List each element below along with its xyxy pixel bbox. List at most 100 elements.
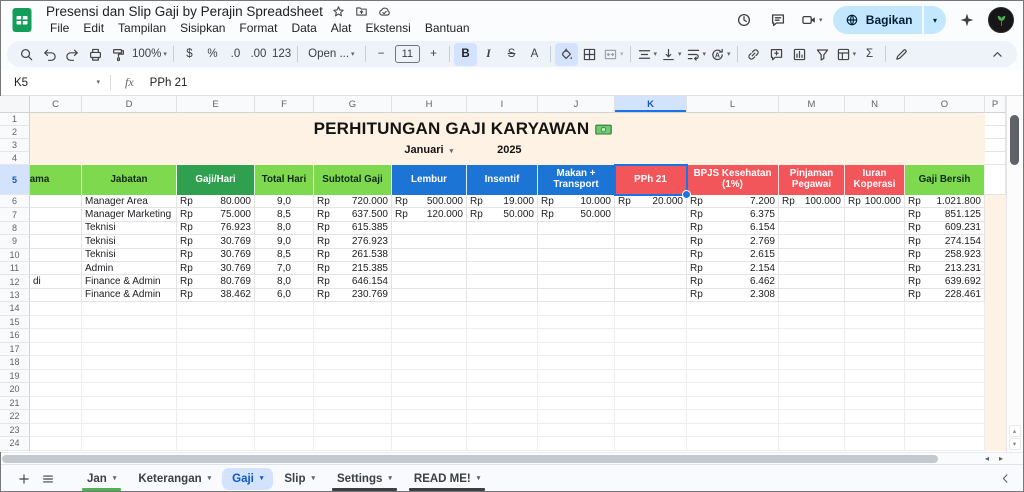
cell[interactable] [314, 356, 392, 370]
row-header-11[interactable]: 11 [0, 261, 30, 276]
column-header-E[interactable]: E [177, 96, 255, 113]
cell[interactable] [392, 315, 467, 330]
cell[interactable] [845, 302, 905, 316]
header-cell-gaji-bersih[interactable]: Gaji Bersih [905, 165, 985, 195]
cell[interactable] [30, 396, 82, 411]
row-header-16[interactable]: 16 [0, 329, 30, 343]
cell[interactable] [538, 396, 615, 411]
cell[interactable] [687, 315, 779, 330]
cell[interactable]: di [30, 275, 82, 289]
cell[interactable]: 8,5 [255, 248, 314, 262]
cell[interactable] [985, 195, 1006, 209]
cell[interactable] [467, 261, 538, 276]
cell[interactable] [30, 126, 985, 139]
cell[interactable] [985, 437, 1006, 451]
cell[interactable]: Rp 10.000 [538, 195, 615, 209]
cell[interactable] [30, 302, 82, 316]
row-header-18[interactable]: 18 [0, 356, 30, 370]
sheet-tab-slip[interactable]: Slip ▾ [273, 465, 326, 492]
cell[interactable] [538, 423, 615, 438]
cell[interactable]: Rp 50.000 [467, 208, 538, 222]
print-icon[interactable] [84, 43, 107, 66]
cell[interactable] [985, 396, 1006, 411]
cell[interactable] [314, 315, 392, 330]
cell[interactable] [392, 396, 467, 411]
cell[interactable] [779, 208, 845, 222]
cell[interactable] [467, 437, 538, 451]
cell[interactable] [82, 410, 177, 424]
cell[interactable] [538, 235, 615, 249]
row-header-20[interactable]: 20 [0, 383, 30, 397]
header-cell-total-hari[interactable]: Total Hari [255, 165, 314, 195]
cell[interactable] [82, 437, 177, 451]
cell[interactable] [615, 383, 687, 397]
cell[interactable] [845, 315, 905, 330]
cell[interactable]: 6,0 [255, 288, 314, 303]
cell[interactable] [255, 423, 314, 438]
cell[interactable] [905, 342, 985, 357]
cell[interactable] [985, 248, 1006, 262]
header-cell-makan-transport[interactable]: Makan + Transport [538, 165, 615, 195]
toolbar-collapse-icon[interactable] [986, 43, 1009, 66]
cell[interactable] [985, 165, 1006, 195]
row-header-7[interactable]: 7 [0, 208, 30, 222]
header-cell-jabatan[interactable]: Jabatan [82, 165, 177, 195]
paint-format-icon[interactable] [107, 43, 130, 66]
cell[interactable] [177, 302, 255, 316]
cell[interactable] [255, 410, 314, 424]
cell[interactable] [779, 369, 845, 384]
cell[interactable]: Rp 615.385 [314, 221, 392, 236]
merge-cells-icon[interactable]: ▾ [601, 43, 626, 66]
cell[interactable] [314, 329, 392, 343]
cell[interactable] [538, 410, 615, 424]
cell[interactable] [255, 383, 314, 397]
cell[interactable] [615, 342, 687, 357]
header-cell-iuran-koperasi[interactable]: Iuran Koperasi [845, 165, 905, 195]
cell[interactable] [905, 437, 985, 451]
cell[interactable] [985, 221, 1006, 236]
cell[interactable] [467, 342, 538, 357]
cell[interactable] [177, 383, 255, 397]
cell[interactable] [392, 342, 467, 357]
column-header-M[interactable]: M [779, 96, 845, 113]
cell[interactable] [985, 139, 1006, 152]
text-wrap-icon[interactable]: ▾ [684, 43, 709, 66]
cell[interactable] [467, 235, 538, 249]
cell[interactable] [314, 342, 392, 357]
cell[interactable] [538, 248, 615, 262]
cell[interactable] [30, 221, 82, 236]
cell[interactable]: Rp 2.308 [687, 288, 779, 303]
cell[interactable] [687, 302, 779, 316]
cell[interactable]: Rp 6.154 [687, 221, 779, 236]
cell[interactable]: Rp 609.231 [905, 221, 985, 236]
cell[interactable] [845, 235, 905, 249]
cell[interactable] [985, 329, 1006, 343]
cell[interactable]: Rp 7.200 [687, 195, 779, 209]
cell[interactable] [314, 302, 392, 316]
cell[interactable] [467, 329, 538, 343]
cell[interactable] [615, 288, 687, 303]
cell[interactable] [615, 356, 687, 370]
row-header-19[interactable]: 19 [0, 369, 30, 384]
row-header-15[interactable]: 15 [0, 315, 30, 330]
header-cell-gaji-hari[interactable]: Gaji/Hari [177, 165, 255, 195]
column-header-K[interactable]: K [615, 96, 687, 113]
cell[interactable] [82, 342, 177, 357]
cell[interactable] [905, 369, 985, 384]
cell[interactable]: Rp 637.500 [314, 208, 392, 222]
insert-comment-icon[interactable] [765, 43, 788, 66]
cell[interactable] [392, 423, 467, 438]
format-percent-button[interactable]: % [201, 43, 224, 66]
period-month-dropdown-icon[interactable]: ▾ [450, 147, 454, 155]
cell[interactable] [779, 423, 845, 438]
row-header-12[interactable]: 12 [0, 275, 30, 289]
cell[interactable] [845, 423, 905, 438]
cell[interactable] [30, 113, 985, 126]
cell[interactable] [538, 342, 615, 357]
italic-button[interactable]: I [477, 43, 500, 66]
strikethrough-button[interactable]: S [500, 43, 523, 66]
cell[interactable] [845, 342, 905, 357]
avatar[interactable] [988, 7, 1014, 33]
row-header-9[interactable]: 9 [0, 235, 30, 249]
cell[interactable] [687, 369, 779, 384]
